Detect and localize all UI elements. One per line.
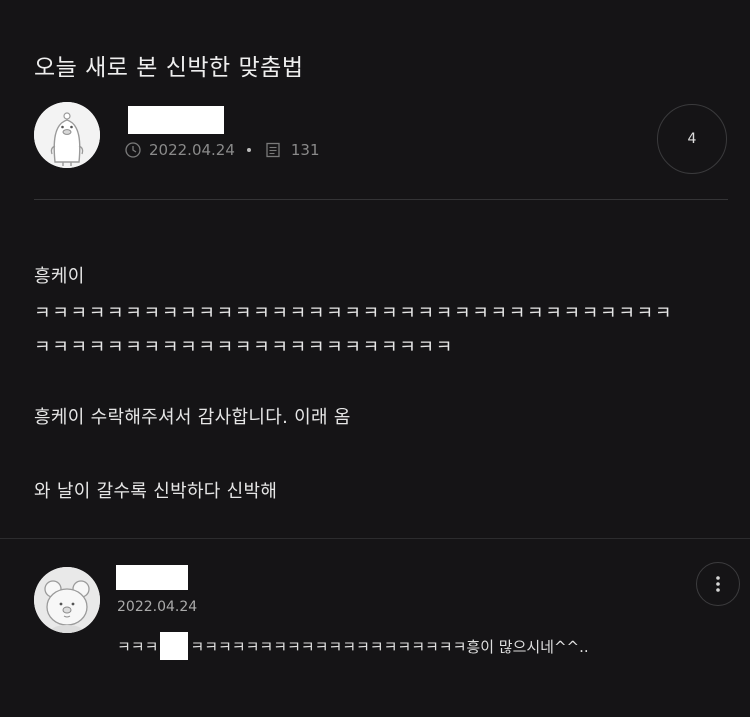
commenter-avatar[interactable] [34, 567, 100, 633]
post-page: 오늘 새로 본 신박한 맞춤법 2022.04.24 131 4 흥케이 ㅋㅋㅋ… [0, 0, 750, 717]
author-avatar[interactable] [34, 102, 100, 168]
document-icon [264, 141, 282, 159]
comment-text-suffix: ㅋㅋㅋㅋㅋㅋㅋㅋㅋㅋㅋㅋㅋㅋㅋㅋㅋㅋㅋㅋ흥이 많으시네^^.. [190, 637, 589, 656]
post-body-line: 와 날이 갈수록 신박하다 신박해 [34, 481, 278, 502]
comment-count-button[interactable]: 4 [657, 104, 727, 174]
comment-text-prefix: ㅋㅋㅋ [117, 637, 159, 656]
post-body-line: 흥케이 수락해주셔서 감사합니다. 이래 옴 [34, 407, 351, 428]
duck-avatar-icon [34, 102, 100, 168]
more-vertical-icon [716, 576, 720, 592]
post-views: 131 [290, 141, 320, 159]
post-title: 오늘 새로 본 신박한 맞춤법 [34, 55, 304, 81]
comment-redaction [160, 632, 189, 660]
comment-text: ㅋㅋㅋ ㅋㅋㅋㅋㅋㅋㅋㅋㅋㅋㅋㅋㅋㅋㅋㅋㅋㅋㅋㅋ흥이 많으시네^^.. [117, 632, 589, 660]
comment-date: 2022.04.24 [117, 599, 198, 615]
commenter-name-redacted[interactable] [116, 565, 188, 590]
post-date: 2022.04.24 [149, 141, 235, 159]
bear-avatar-icon [34, 567, 100, 633]
post-meta: 2022.04.24 131 [124, 139, 320, 161]
meta-separator-dot [246, 148, 251, 152]
post-body-line: ㅋㅋㅋㅋㅋㅋㅋㅋㅋㅋㅋㅋㅋㅋㅋㅋㅋㅋㅋㅋㅋㅋㅋㅋㅋㅋㅋㅋㅋㅋㅋㅋㅋㅋㅋ [34, 303, 674, 324]
author-name-redacted[interactable] [128, 106, 224, 134]
comment-count: 4 [687, 131, 697, 147]
post-body-line: ㅋㅋㅋㅋㅋㅋㅋㅋㅋㅋㅋㅋㅋㅋㅋㅋㅋㅋㅋㅋㅋㅋㅋ [34, 337, 454, 358]
divider [34, 199, 728, 200]
clock-icon [124, 141, 142, 159]
post-body-line: 흥케이 [34, 266, 85, 287]
divider [0, 538, 750, 539]
comment-more-button[interactable] [696, 562, 740, 606]
